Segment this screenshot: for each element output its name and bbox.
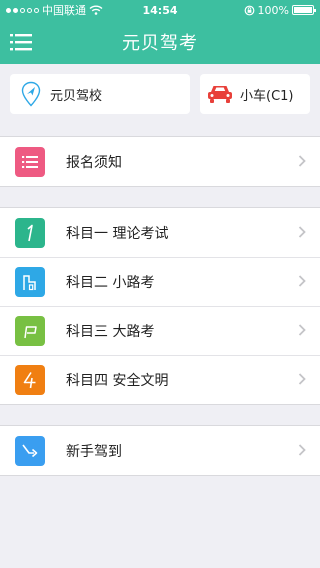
signup-group: 报名须知 — [0, 136, 320, 187]
car-icon — [208, 86, 232, 103]
wifi-icon — [89, 5, 103, 15]
selector-bar: 元贝驾校 小车(C1) — [0, 64, 320, 124]
subjects-group: 科目一 理论考试 科目二 小路考 科目三 大路考 科目四 安全文明 — [0, 207, 320, 405]
rotation-lock-icon — [244, 5, 254, 15]
road-sign-icon — [15, 315, 45, 346]
signup-label: 报名须知 — [66, 154, 122, 171]
status-bar: 中国联通 14:54 100% — [0, 0, 320, 20]
header: 中国联通 14:54 100% 元贝驾考 — [0, 0, 320, 64]
newbie-label: 新手驾到 — [66, 443, 122, 460]
list-menu-icon[interactable] — [10, 32, 32, 52]
car-type-selector[interactable]: 小车(C1) — [200, 74, 310, 114]
chevron-right-icon — [298, 324, 306, 336]
car-type-label: 小车(C1) — [240, 88, 294, 104]
page-title: 元贝驾考 — [122, 33, 198, 54]
number-four-icon — [15, 364, 45, 395]
subject-four-row[interactable]: 科目四 安全文明 — [0, 355, 320, 404]
newbie-row[interactable]: 新手驾到 — [0, 426, 320, 475]
subject-two-label: 科目二 小路考 — [66, 274, 155, 291]
signal-icon — [6, 7, 39, 13]
battery-percent: 100% — [257, 3, 289, 17]
number-one-icon — [15, 217, 45, 248]
nav-bar: 元贝驾考 — [0, 20, 320, 64]
arrow-turn-icon — [15, 435, 45, 466]
chevron-right-icon — [298, 155, 306, 167]
chevron-right-icon — [298, 373, 306, 385]
chevron-right-icon — [298, 275, 306, 287]
list-icon — [15, 146, 45, 177]
small-road-icon — [15, 266, 45, 297]
location-pin-icon — [21, 81, 41, 107]
signup-row[interactable]: 报名须知 — [0, 137, 320, 186]
subject-four-label: 科目四 安全文明 — [66, 372, 169, 389]
school-selector[interactable]: 元贝驾校 — [10, 74, 190, 114]
subject-one-label: 科目一 理论考试 — [66, 225, 169, 242]
subject-one-row[interactable]: 科目一 理论考试 — [0, 208, 320, 257]
subject-two-row[interactable]: 科目二 小路考 — [0, 257, 320, 306]
battery-icon — [292, 5, 316, 15]
school-label: 元贝驾校 — [50, 88, 103, 104]
newbie-group: 新手驾到 — [0, 425, 320, 476]
subject-three-row[interactable]: 科目三 大路考 — [0, 306, 320, 355]
carrier-label: 中国联通 — [42, 4, 86, 17]
chevron-right-icon — [298, 444, 306, 456]
chevron-right-icon — [298, 226, 306, 238]
subject-three-label: 科目三 大路考 — [66, 323, 155, 340]
